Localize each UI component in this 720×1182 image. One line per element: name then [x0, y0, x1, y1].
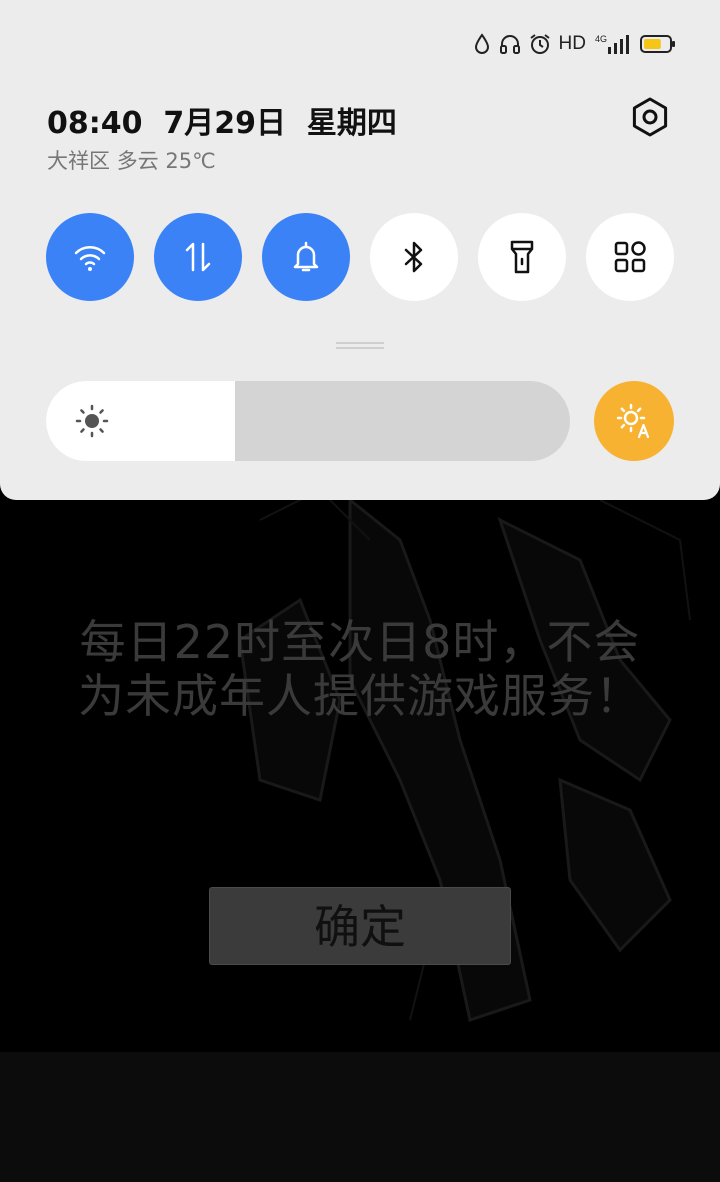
headset-icon: [499, 35, 520, 54]
battery-icon: [640, 35, 675, 53]
brightness-sun-icon: [75, 404, 109, 438]
settings-icon: [632, 97, 668, 137]
confirm-button[interactable]: 确定: [209, 887, 511, 965]
status-bar: HD 4G: [473, 30, 676, 58]
signal-label: 4G: [595, 34, 607, 44]
more-toggles-button[interactable]: [586, 213, 674, 301]
wifi-toggle[interactable]: [46, 213, 134, 301]
settings-button[interactable]: [628, 95, 672, 139]
auto-brightness-icon: [616, 403, 650, 439]
weather-text: 多云: [116, 149, 159, 173]
temperature-text: 25℃: [165, 149, 216, 173]
grid-apps-icon: [614, 241, 646, 273]
quick-settings-panel: HD 4G 08:40 7月29日 星期四 大祥区 多云 25℃: [0, 0, 720, 500]
bottom-bar: [0, 1052, 720, 1182]
time-text: 08:40: [47, 106, 143, 141]
location-text: 大祥区: [47, 149, 110, 173]
mobile-data-toggle[interactable]: [154, 213, 242, 301]
sound-toggle[interactable]: [262, 213, 350, 301]
flashlight-icon: [510, 240, 534, 274]
weekday-text: 星期四: [306, 106, 397, 141]
bluetooth-toggle[interactable]: [370, 213, 458, 301]
mobile-data-icon: [185, 242, 211, 272]
date-time: 08:40 7月29日 星期四: [47, 98, 397, 142]
bluetooth-icon: [404, 241, 423, 273]
alarm-icon: [529, 34, 550, 54]
bell-icon: [293, 241, 319, 272]
screen: 每日22时至次日8时，不会 为未成年人提供游戏服务！ 确定 HD 4G 08:4…: [0, 0, 720, 1182]
flashlight-toggle[interactable]: [478, 213, 566, 301]
auto-brightness-button[interactable]: [594, 381, 674, 461]
brightness-slider[interactable]: [46, 381, 570, 461]
minor-time-limit-notice: 每日22时至次日8时，不会 为未成年人提供游戏服务！: [60, 615, 660, 723]
signal-4g-icon: 4G: [595, 34, 629, 54]
hd-icon: HD: [558, 33, 586, 54]
notice-line-1: 每日22时至次日8时，不会: [79, 615, 641, 669]
water-drop-icon: [474, 33, 489, 54]
notice-line-2: 为未成年人提供游戏服务！: [78, 669, 642, 723]
panel-drag-handle[interactable]: [336, 342, 384, 350]
quick-toggles: [46, 213, 674, 301]
weather-info[interactable]: 大祥区 多云 25℃: [47, 145, 216, 175]
date-text: 7月29日: [163, 106, 287, 141]
wifi-icon: [74, 246, 106, 271]
